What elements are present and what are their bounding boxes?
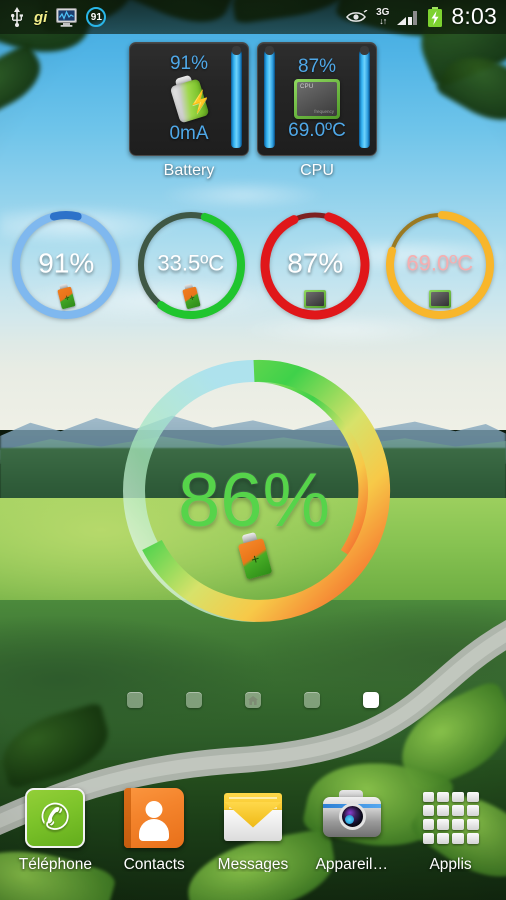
dock-item-apps[interactable]: Applis [405,788,497,873]
status-bar-right-icons: 3G ↓↑ 8:03 [346,5,497,29]
gauge-battery-temp-value: 33.5ºC [132,253,250,275]
contacts-icon[interactable] [124,788,184,848]
page-indicator-dot-4[interactable] [304,692,320,708]
status-bar-left-icons: gi 91 [9,7,106,27]
cpu-widget-panel[interactable]: 87% 69.0ºC [257,42,377,156]
page-indicator-dot-1[interactable] [127,692,143,708]
dock-item-phone[interactable]: Téléphone [9,788,101,873]
cpu-chip-icon [294,79,340,119]
big-gauge-value: 86% [113,463,395,539]
network-arrows: ↓↑ [376,17,389,26]
clock: 8:03 [451,5,497,29]
big-gauge-battery[interactable]: 86% [113,345,395,635]
page-indicator-dot-5[interactable] [363,692,379,708]
battery-charging-icon [427,7,443,27]
gauge-battery-level-value: 91% [7,249,125,277]
signal-bars-icon [397,8,419,26]
dock-label-phone: Téléphone [9,857,101,873]
cpu-widget-label: CPU [257,162,377,180]
usb-icon [9,7,25,27]
battery-icon [238,533,270,577]
battery-widget-percent: 91% [170,53,208,75]
gauge-cpu-temp-value: 69.0ºC [381,253,499,275]
gauge-cpu-usage-value: 87% [256,249,374,277]
battery-icon: ⚡ [164,71,214,126]
battery-icon [57,284,75,308]
notification-count-badge: 91 [86,7,106,27]
smart-stay-eye-icon [346,10,368,24]
messages-icon[interactable] [223,788,283,848]
battery-widget-bar-right [231,50,242,148]
gauge-row: 91% 33.5ºC 87% 69.0ºC [0,206,506,324]
dock-item-messages[interactable]: Messages [207,788,299,873]
page-indicator-dot-2[interactable] [186,692,202,708]
battery-widget-label: Battery [129,162,249,180]
dock: Téléphone Contacts Messages Appareil… Ap… [0,788,506,873]
battery-widget[interactable]: 91% ⚡ 0mA Battery [129,42,249,180]
top-widgets-row: 91% ⚡ 0mA Battery 87% 69.0ºC CPU [0,42,506,180]
dock-label-contacts: Contacts [108,857,200,873]
cpu-widget-percent: 87% [298,56,336,78]
battery-widget-current: 0mA [169,123,208,145]
cpu-chip-icon [304,290,326,308]
cpu-widget-temp: 69.0ºC [288,120,346,142]
dock-label-messages: Messages [207,857,299,873]
battery-widget-panel[interactable]: 91% ⚡ 0mA [129,42,249,156]
dock-label-camera: Appareil… [306,857,398,873]
page-indicator [0,692,506,708]
3g-data-icon: 3G ↓↑ [376,8,389,26]
gauge-cpu-usage[interactable]: 87% [256,206,374,324]
page-indicator-home[interactable] [245,692,261,708]
cpu-widget-bar-left [264,50,275,148]
dock-label-apps: Applis [405,857,497,873]
gi-badge-icon: gi [34,10,47,25]
dock-item-contacts[interactable]: Contacts [108,788,200,873]
battery-icon [182,284,200,308]
status-bar[interactable]: gi 91 3G ↓↑ 8:03 [0,0,506,34]
cpu-widget-bar-right [359,50,370,148]
dock-item-camera[interactable]: Appareil… [306,788,398,873]
phone-icon[interactable] [25,788,85,848]
gauge-battery-level[interactable]: 91% [7,206,125,324]
gauge-cpu-temp[interactable]: 69.0ºC [381,206,499,324]
apps-grid-icon[interactable] [421,788,481,848]
monitor-icon [56,8,77,27]
gauge-battery-temp[interactable]: 33.5ºC [132,206,250,324]
camera-icon[interactable] [322,788,382,848]
cpu-widget[interactable]: 87% 69.0ºC CPU [257,42,377,180]
cpu-chip-icon [429,290,451,308]
